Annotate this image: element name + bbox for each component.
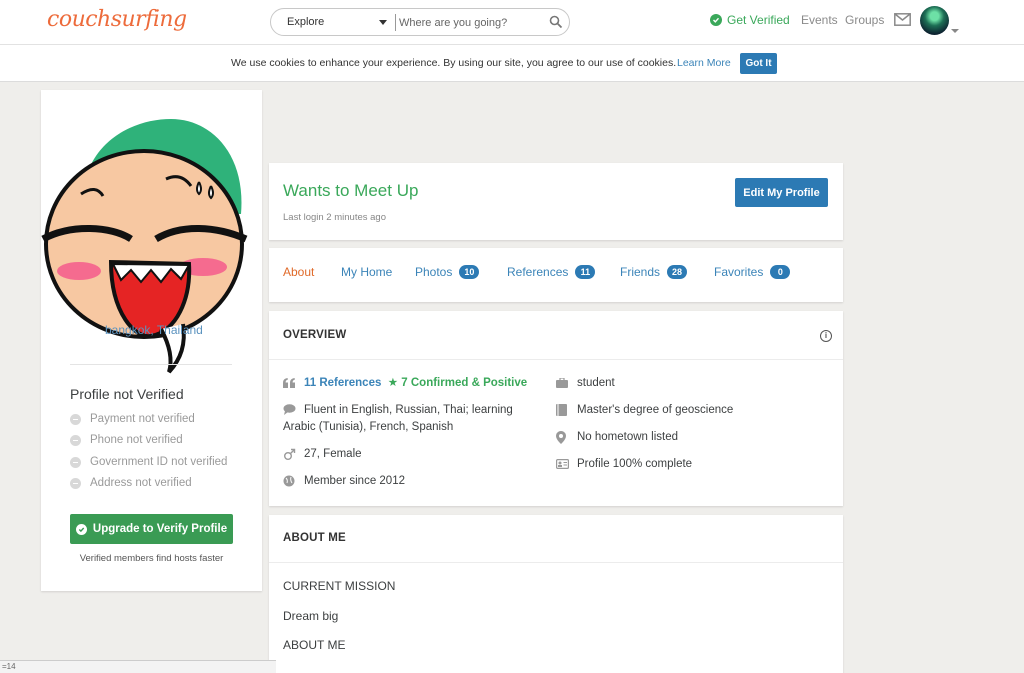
search-icon[interactable] [549,15,563,34]
minus-circle-icon [70,413,81,425]
tab-my-home[interactable]: My Home [341,265,392,279]
verification-item-payment: Payment not verified [70,413,195,425]
check-circle-icon [75,523,87,535]
briefcase-icon [556,377,568,394]
tab-references[interactable]: References 11 [507,265,596,279]
count-badge: 28 [667,265,688,279]
avatar-menu-caret-icon[interactable] [951,29,959,33]
cookie-banner: We use cookies to enhance your experienc… [0,45,1024,82]
member-since-text: Member since 2012 [304,475,405,487]
occupation-text: student [577,377,615,389]
got-it-button[interactable]: Got It [740,53,777,74]
confirmed-references-link[interactable]: 7 Confirmed & Positive [401,377,527,389]
age-gender-text: 27, Female [304,448,362,460]
verification-item-label: Address not verified [90,477,192,489]
hometown-text: No hometown listed [577,431,678,443]
minus-circle-icon [70,477,81,489]
section-divider [269,359,843,360]
get-verified-label: Get Verified [727,13,790,27]
current-mission-text: Dream big [283,609,339,623]
count-badge: 10 [459,265,480,279]
map-pin-icon [556,431,566,450]
tab-friends[interactable]: Friends 28 [620,265,688,279]
education-text: Master's degree of geoscience [577,404,734,416]
verification-item-government-id: Government ID not verified [70,456,227,468]
tab-favorites[interactable]: Favorites 0 [714,265,791,279]
search-divider [395,14,396,31]
explore-dropdown[interactable]: Explore [287,16,324,28]
verification-item-phone: Phone not verified [70,434,183,446]
star-icon: ★ [387,377,399,389]
groups-link[interactable]: Groups [845,13,884,27]
references-link[interactable]: 11 References [304,377,381,389]
count-badge: 0 [770,265,791,279]
current-mission-heading: CURRENT MISSION [283,579,396,593]
check-circle-icon [710,14,722,26]
globe-icon [283,475,295,493]
events-link[interactable]: Events [801,13,838,27]
verification-item-label: Payment not verified [90,413,195,425]
tab-label: Photos [415,265,453,279]
user-avatar[interactable] [920,6,949,35]
languages-text-continued: Arabic (Tunisia), French, Spanish [283,421,454,433]
tab-label: References [507,265,569,279]
profile-location-link[interactable]: bangkok, Thailand [105,323,203,337]
profile-sidebar-card: bangkok, Thailand Profile not Verified P… [41,90,262,591]
book-icon [556,404,567,422]
status-panel: Wants to Meet Up Last login 2 minutes ag… [269,163,843,240]
get-verified-link[interactable]: Get Verified [710,13,790,27]
couchsurfing-logo[interactable]: couchsurfing [47,7,187,32]
hosting-status[interactable]: Wants to Meet Up [283,181,418,201]
browser-status-bar: =14 [0,660,276,673]
sidebar-divider [70,364,232,365]
verification-item-label: Government ID not verified [90,456,228,468]
about-me-heading: ABOUT ME [283,532,346,544]
learn-more-link[interactable]: Learn More [677,57,731,69]
top-navigation: couchsurfing Explore Get Verified Events… [0,0,1024,45]
edit-profile-button[interactable]: Edit My Profile [735,178,828,207]
last-login-text: Last login 2 minutes ago [283,212,386,223]
info-icon[interactable]: i [820,330,832,342]
tab-label: Friends [620,265,661,279]
tab-label: My Home [341,265,393,279]
tab-label: Favorites [714,265,764,279]
tab-photos[interactable]: Photos 10 [415,265,480,279]
search-input[interactable] [399,14,539,32]
chevron-down-icon[interactable] [379,20,387,25]
upgrade-verify-button[interactable]: Upgrade to Verify Profile [70,514,233,544]
about-me-panel: ABOUT ME CURRENT MISSION Dream big ABOUT… [269,515,843,673]
overview-panel: OVERVIEW i 11 References ★ 7 Confirmed &… [269,311,843,506]
profile-complete-text: Profile 100% complete [577,458,693,470]
tab-label: About [283,265,315,279]
tab-about[interactable]: About [283,265,314,279]
verification-item-address: Address not verified [70,477,192,489]
verification-item-label: Phone not verified [90,434,183,446]
about-me-subheading: ABOUT ME [283,638,346,652]
search-bar: Explore [270,8,570,36]
upgrade-note: Verified members find hosts faster [79,553,224,564]
section-divider [269,562,843,563]
gender-icon [283,448,296,467]
mail-icon[interactable] [894,13,911,31]
count-badge: 11 [575,265,596,279]
profile-tabs: About My Home Photos 10 References 11 Fr… [269,248,843,302]
languages-text: Fluent in English, Russian, Thai; learni… [304,404,513,416]
quote-icon [283,377,296,394]
upgrade-verify-label: Upgrade to Verify Profile [92,523,228,535]
minus-circle-icon [70,434,81,446]
cookie-message: We use cookies to enhance your experienc… [231,57,677,69]
verification-status-title: Profile not Verified [70,386,184,402]
id-card-icon [556,458,570,475]
minus-circle-icon [70,456,81,468]
overview-heading: OVERVIEW [283,329,347,341]
